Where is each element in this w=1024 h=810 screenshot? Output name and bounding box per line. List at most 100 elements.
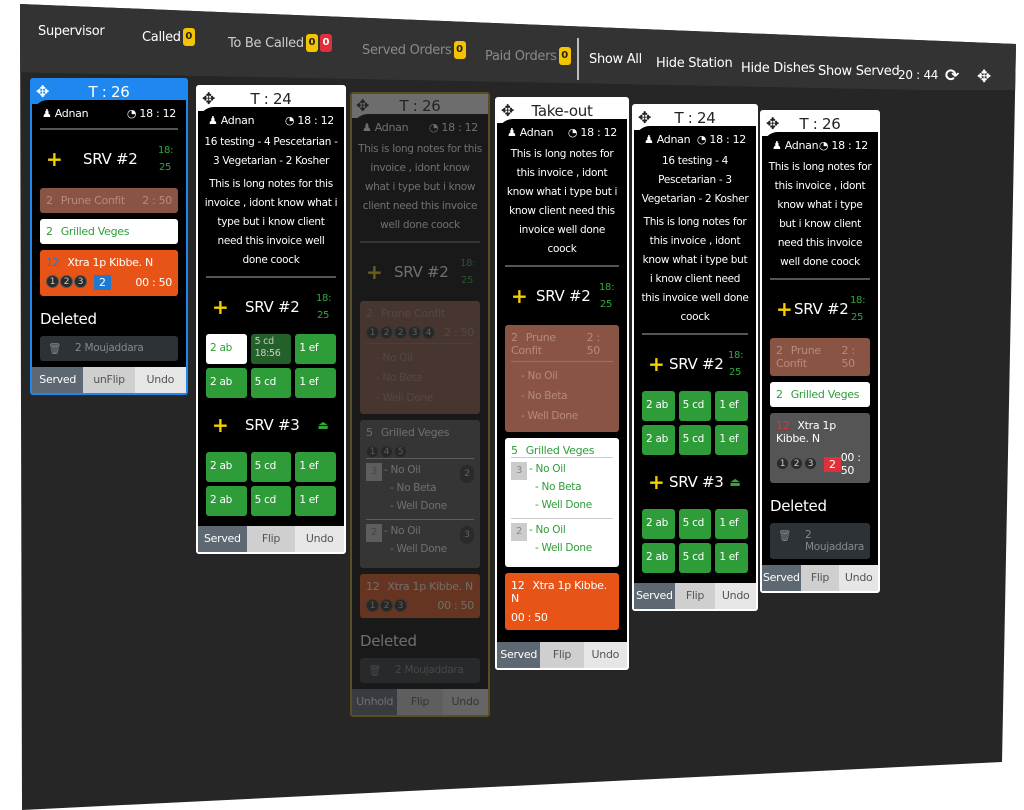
seat-badge[interactable]: 1 bbox=[366, 445, 379, 458]
order-card[interactable]: ✥ T : 24 ♟ Adnan ◔ 18 : 12 16 testing - 4 Pe… bbox=[196, 85, 346, 554]
seat-badge[interactable]: 2 bbox=[380, 599, 393, 612]
modifier-group[interactable]: 2- No Oil - Well Done bbox=[511, 518, 613, 561]
seat-badge[interactable]: 3 bbox=[804, 456, 817, 470]
seat-badge[interactable]: 3 bbox=[74, 275, 87, 288]
order-card[interactable]: ✥ T : 26 ♟ Adnan ◔ 18 : 12 + SRV #2 18: 25 2 Prun… bbox=[30, 78, 188, 395]
dish-tile[interactable]: 1 ef bbox=[295, 452, 336, 482]
flip-button[interactable]: unFlip bbox=[83, 367, 135, 393]
eject-icon[interactable]: ⏏ bbox=[728, 475, 742, 489]
hide-dishes-button[interactable]: Hide Dishes bbox=[741, 61, 815, 76]
dish-tile[interactable]: 1 ef bbox=[715, 509, 748, 539]
to-be-called-filter[interactable]: To Be Called 0 0 bbox=[228, 34, 332, 52]
dish-tile[interactable]: 5 cd bbox=[678, 391, 712, 421]
refresh-icon[interactable]: ⟳ bbox=[945, 66, 959, 86]
move-arrows-icon[interactable]: ✥ bbox=[36, 82, 49, 101]
move-arrows-icon[interactable]: ✥ bbox=[977, 67, 991, 87]
undo-button[interactable]: Undo bbox=[839, 565, 879, 591]
flip-button[interactable]: Flip bbox=[540, 642, 584, 668]
dish-item[interactable]: 5 Grilled Veges 3- No Oil - No Beta - Well D… bbox=[505, 438, 619, 567]
add-icon[interactable]: + bbox=[366, 260, 383, 284]
served-button[interactable]: Served bbox=[32, 367, 84, 393]
dish-tile[interactable]: 1 ef bbox=[715, 543, 748, 573]
move-arrows-icon[interactable]: ✥ bbox=[501, 101, 514, 120]
dish-item[interactable]: 12 Xtra 1p Kibbe. N 1 2 3 2 00 : 50 bbox=[40, 250, 178, 296]
seat-badge[interactable]: 4 bbox=[422, 326, 435, 339]
seat-badge[interactable]: 3 bbox=[408, 326, 421, 339]
flip-button[interactable]: Flip bbox=[800, 565, 840, 591]
dish-item[interactable]: 2 Prune Confit 2 : 50 bbox=[40, 188, 178, 213]
supervisor-label[interactable]: Supervisor bbox=[38, 24, 105, 39]
seat-badge[interactable]: 3 bbox=[394, 599, 407, 612]
dish-tile[interactable]: 5 cd 18:56 bbox=[250, 334, 292, 364]
move-arrows-icon[interactable]: ✥ bbox=[766, 114, 779, 133]
paid-orders-filter[interactable]: Paid Orders 0 bbox=[485, 47, 571, 65]
dish-tile[interactable]: 5 cd bbox=[250, 486, 292, 516]
add-icon[interactable]: + bbox=[648, 470, 665, 494]
served-button[interactable]: Unhold bbox=[352, 689, 398, 715]
seat-badge[interactable]: 2 bbox=[380, 326, 393, 339]
flip-button[interactable]: Flip bbox=[246, 526, 296, 552]
add-icon[interactable]: + bbox=[511, 284, 528, 308]
served-orders-filter[interactable]: Served Orders 0 bbox=[362, 41, 466, 59]
dish-tile[interactable]: 1 ef bbox=[295, 334, 336, 364]
seat-badge[interactable]: 1 bbox=[366, 326, 379, 339]
dish-tile[interactable]: 2 ab bbox=[642, 509, 675, 539]
modifier-group[interactable]: 2- No Oil - Well Done 3 bbox=[366, 519, 474, 562]
flip-button[interactable]: Flip bbox=[397, 689, 443, 715]
dish-tile[interactable]: 2 ab bbox=[642, 425, 675, 455]
seat-badge[interactable]: 5 bbox=[394, 445, 407, 458]
called-filter[interactable]: Called 0 bbox=[142, 28, 195, 46]
order-card[interactable]: ✥ T : 24 ♟ Adnan ◔ 18 : 12 16 testing - 4 Pe… bbox=[632, 104, 758, 611]
dish-tile[interactable]: 2 ab bbox=[206, 486, 247, 516]
dish-item[interactable]: 2 Prune Confit 2 : 50 - No Oil - No Beta - We… bbox=[505, 325, 619, 432]
add-icon[interactable]: + bbox=[46, 147, 63, 171]
eject-icon[interactable]: ⏏ bbox=[316, 418, 330, 432]
add-icon[interactable]: + bbox=[212, 295, 229, 319]
dish-tile[interactable]: 2 ab bbox=[642, 391, 675, 421]
dish-tile[interactable]: 5 cd bbox=[678, 509, 712, 539]
undo-button[interactable]: Undo bbox=[134, 367, 186, 393]
seat-badge[interactable]: 1 bbox=[366, 599, 379, 612]
undo-button[interactable]: Undo bbox=[715, 583, 757, 609]
deleted-item[interactable]: 🗑 2 Moujaddara bbox=[40, 336, 178, 361]
undo-button[interactable]: Undo bbox=[442, 689, 488, 715]
dish-tile[interactable]: 2 ab bbox=[642, 543, 675, 573]
dish-tile[interactable]: 5 cd bbox=[678, 543, 712, 573]
served-button[interactable]: Served bbox=[198, 526, 247, 552]
add-icon[interactable]: + bbox=[212, 413, 229, 437]
deleted-item[interactable]: 🗑 2 Moujaddara bbox=[770, 523, 870, 559]
dish-tile[interactable]: 1 ef bbox=[295, 486, 336, 516]
seat-badge[interactable]: 1 bbox=[776, 456, 789, 470]
dish-tile[interactable]: 2 ab bbox=[206, 368, 247, 398]
deleted-item[interactable]: 🗑 2 Moujaddara bbox=[360, 658, 480, 683]
dish-tile[interactable]: 5 cd bbox=[250, 368, 292, 398]
move-arrows-icon[interactable]: ✥ bbox=[202, 89, 215, 108]
dish-item[interactable]: 12 Xtra 1p Kibbe. N 1 2 3 00 : 50 bbox=[360, 574, 480, 618]
served-button[interactable]: Served bbox=[634, 583, 675, 609]
undo-button[interactable]: Undo bbox=[583, 642, 627, 668]
dish-tile[interactable]: 5 cd bbox=[678, 425, 712, 455]
seat-badge[interactable]: 2 bbox=[790, 456, 803, 470]
show-all-button[interactable]: Show All bbox=[589, 52, 642, 67]
add-icon[interactable]: + bbox=[648, 352, 665, 376]
seat-badge[interactable]: 1 bbox=[46, 275, 59, 288]
show-served-button[interactable]: Show Served bbox=[818, 64, 900, 79]
dish-item[interactable]: 12 Xtra 1p Kibbe. N 1 2 3 2 00 : 50 bbox=[770, 413, 870, 483]
dish-item[interactable]: 5 Grilled Veges 1 4 5 3- No Oil - No Beta - Wel… bbox=[360, 420, 480, 568]
modifier-group[interactable]: 3- No Oil - No Beta - Well Done bbox=[511, 457, 613, 518]
served-button[interactable]: Served bbox=[497, 642, 541, 668]
dish-tile[interactable]: 1 ef bbox=[295, 368, 336, 398]
flip-button[interactable]: Flip bbox=[674, 583, 716, 609]
move-arrows-icon[interactable]: ✥ bbox=[638, 108, 651, 127]
add-icon[interactable]: + bbox=[776, 297, 793, 321]
hide-station-button[interactable]: Hide Station bbox=[656, 56, 733, 71]
dish-item[interactable]: 2 Prune Confit 1 2 2 3 4 2 : 50- No Oil - No Bet… bbox=[360, 301, 480, 414]
dish-tile[interactable]: 1 ef bbox=[715, 391, 748, 421]
seat-badge[interactable]: 2 bbox=[394, 326, 407, 339]
dish-tile[interactable]: 1 ef bbox=[715, 425, 748, 455]
order-card[interactable]: ✥ Take-out ♟ Adnan ◔ 18 : 12 This is long no… bbox=[495, 97, 629, 670]
move-arrows-icon[interactable]: ✥ bbox=[356, 96, 369, 115]
dish-item[interactable]: 12 Xtra 1p Kibbe. N 00 : 50 bbox=[505, 573, 619, 630]
modifier-group[interactable]: 3- No Oil - No Beta - Well Done 2 bbox=[366, 458, 474, 519]
undo-button[interactable]: Undo bbox=[295, 526, 345, 552]
